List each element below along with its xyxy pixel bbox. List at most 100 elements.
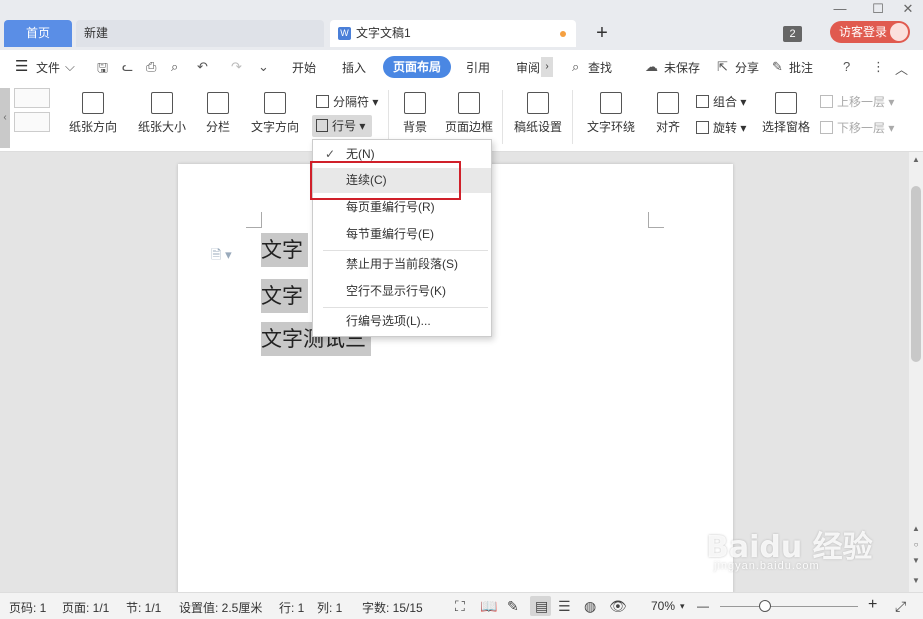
menu-page-layout[interactable]: 页面布局: [383, 56, 451, 78]
selection-pane-button[interactable]: 选择窗格: [760, 92, 812, 135]
zoom-level[interactable]: 70%: [651, 599, 675, 613]
status-page[interactable]: 页面: 1/1: [62, 599, 109, 616]
fit-window-icon[interactable]: ⤢: [895, 598, 906, 615]
line-number-label: 行号: [332, 119, 357, 133]
text-wrap-button[interactable]: 文字环绕: [582, 92, 640, 135]
customize-chevron-icon[interactable]: ⌄: [258, 59, 269, 75]
send-backward-button[interactable]: 下移一层 ▾: [820, 119, 894, 136]
scroll-next-page-icon[interactable]: ▼: [909, 556, 923, 565]
collapse-ribbon-icon[interactable]: ︿: [895, 59, 908, 78]
close-icon[interactable]: ✕: [898, 1, 918, 17]
align-button[interactable]: 对齐: [650, 92, 686, 135]
document-line-2[interactable]: 文字: [261, 279, 308, 313]
dropdown-item-restart-each-section[interactable]: 每节重编行号(E): [313, 222, 491, 247]
zoom-slider-track[interactable]: [720, 606, 858, 607]
chevron-down-icon[interactable]: ⌵: [65, 59, 75, 75]
menu-review[interactable]: 审阅: [516, 59, 540, 76]
print-icon[interactable]: ⎙: [146, 59, 156, 75]
zoom-slider-handle[interactable]: [759, 600, 771, 612]
menu-file[interactable]: 文件: [36, 59, 60, 76]
eye-protect-icon[interactable]: 👁: [609, 598, 627, 615]
outline-view-icon[interactable]: ☰: [558, 598, 571, 615]
paragraph-handle-icon[interactable]: 🗎 ▾: [211, 246, 232, 268]
background-button[interactable]: 背景: [397, 92, 433, 135]
manuscript-settings-button[interactable]: 稿纸设置: [513, 92, 563, 135]
annotation-highlight-box: [310, 161, 461, 200]
undo-icon[interactable]: ↶: [197, 59, 208, 75]
status-row[interactable]: 行: 1: [279, 599, 304, 616]
scroll-prev-page-icon[interactable]: ▲: [909, 524, 923, 533]
columns-button[interactable]: 分栏: [200, 92, 236, 135]
status-section[interactable]: 节: 1/1: [126, 599, 161, 616]
help-icon[interactable]: ?: [843, 59, 850, 74]
margin-corner-mark: [648, 212, 664, 228]
page-view-icon[interactable]: ▤: [535, 598, 548, 615]
document-line-1[interactable]: 文字: [261, 233, 308, 267]
scroll-up-icon[interactable]: ▲: [909, 155, 923, 164]
save-icon[interactable]: 🖫: [97, 59, 108, 81]
scroll-down-icon[interactable]: ▼: [909, 576, 923, 585]
tab-new[interactable]: 新建: [76, 20, 324, 47]
paper-size-button[interactable]: 纸张大小: [133, 92, 191, 135]
new-tab-button[interactable]: +: [590, 20, 614, 47]
hamburger-icon[interactable]: ☰: [15, 57, 28, 75]
background-label: 背景: [402, 120, 427, 134]
text-direction-button[interactable]: 文字方向: [246, 92, 304, 135]
manuscript-settings-label: 稿纸设置: [513, 120, 562, 134]
status-word-count[interactable]: 字数: 15/15: [362, 599, 423, 616]
group-button[interactable]: 组合 ▾: [696, 93, 746, 110]
zoom-dropdown-icon[interactable]: ▾: [680, 601, 685, 612]
rotate-button[interactable]: 旋转 ▾: [696, 119, 746, 136]
bring-forward-button[interactable]: 上移一层 ▾: [820, 93, 894, 110]
comment-icon[interactable]: ✎: [772, 59, 783, 75]
minimize-icon[interactable]: —: [830, 1, 850, 16]
tab-document[interactable]: W 文字文稿1: [330, 20, 576, 47]
margin-spinner-top[interactable]: [14, 88, 50, 108]
menu-insert[interactable]: 插入: [342, 59, 366, 76]
menu-reference[interactable]: 引用: [466, 59, 490, 76]
status-page-number[interactable]: 页码: 1: [9, 599, 46, 616]
more-icon[interactable]: ⋮: [872, 59, 885, 75]
menu-start[interactable]: 开始: [292, 59, 316, 76]
line-number-button[interactable]: 行号 ▾: [312, 115, 372, 137]
window-count-badge[interactable]: 2: [783, 26, 802, 42]
bring-forward-icon: [820, 95, 833, 108]
menu-share[interactable]: 分享: [735, 59, 759, 76]
group-icon: [696, 95, 709, 108]
unsaved-status[interactable]: 未保存: [664, 59, 700, 76]
share-icon[interactable]: ⇱: [717, 59, 728, 75]
menu-scroll-right-icon[interactable]: ›: [541, 57, 553, 77]
cloud-icon[interactable]: ☁: [645, 59, 658, 75]
paper-direction-button[interactable]: 纸张方向: [64, 92, 122, 135]
menu-comment[interactable]: 批注: [789, 59, 813, 76]
visitor-login-button[interactable]: 访客登录: [830, 21, 910, 43]
zoom-out-button[interactable]: —: [697, 599, 709, 613]
status-setting-value[interactable]: 设置值: 2.5厘米: [179, 599, 262, 616]
format-painter-icon[interactable]: ᓚ: [122, 59, 133, 75]
tab-home[interactable]: 首页: [4, 20, 72, 47]
read-mode-icon[interactable]: 📖: [480, 598, 497, 615]
status-column[interactable]: 列: 1: [317, 599, 342, 616]
vertical-scrollbar[interactable]: ▲ ▲ ○ ▼ ▼: [909, 152, 923, 592]
scroll-select-object-icon[interactable]: ○: [909, 540, 923, 549]
maximize-icon[interactable]: ☐: [868, 1, 888, 17]
separator-button[interactable]: 分隔符 ▾: [316, 93, 378, 110]
dropdown-item-hide-blank-lines[interactable]: 空行不显示行号(K): [313, 279, 491, 304]
ribbon-scroll-left-icon[interactable]: ‹: [0, 88, 10, 148]
search-icon[interactable]: ⌕: [572, 59, 579, 75]
dropdown-item-suppress-paragraph[interactable]: 禁止用于当前段落(S): [313, 252, 491, 277]
menu-search[interactable]: 查找: [588, 59, 612, 76]
redo-icon[interactable]: ↷: [231, 59, 242, 75]
print-preview-icon[interactable]: ⌕: [171, 59, 178, 75]
dropdown-item-line-number-options[interactable]: 行编号选项(L)...: [313, 309, 491, 334]
columns-label: 分栏: [205, 120, 230, 134]
page-border-button[interactable]: 页面边框: [444, 92, 494, 135]
margin-spinner-bottom[interactable]: [14, 112, 50, 132]
fullscreen-icon[interactable]: ⛶: [455, 598, 465, 615]
web-view-icon[interactable]: ◍: [584, 598, 596, 615]
separator-label: 分隔符: [333, 95, 370, 109]
selection-pane-icon: [775, 92, 797, 114]
zoom-in-button[interactable]: +: [868, 596, 877, 614]
scrollbar-thumb[interactable]: [911, 186, 921, 362]
pen-icon[interactable]: ✎: [507, 598, 519, 615]
